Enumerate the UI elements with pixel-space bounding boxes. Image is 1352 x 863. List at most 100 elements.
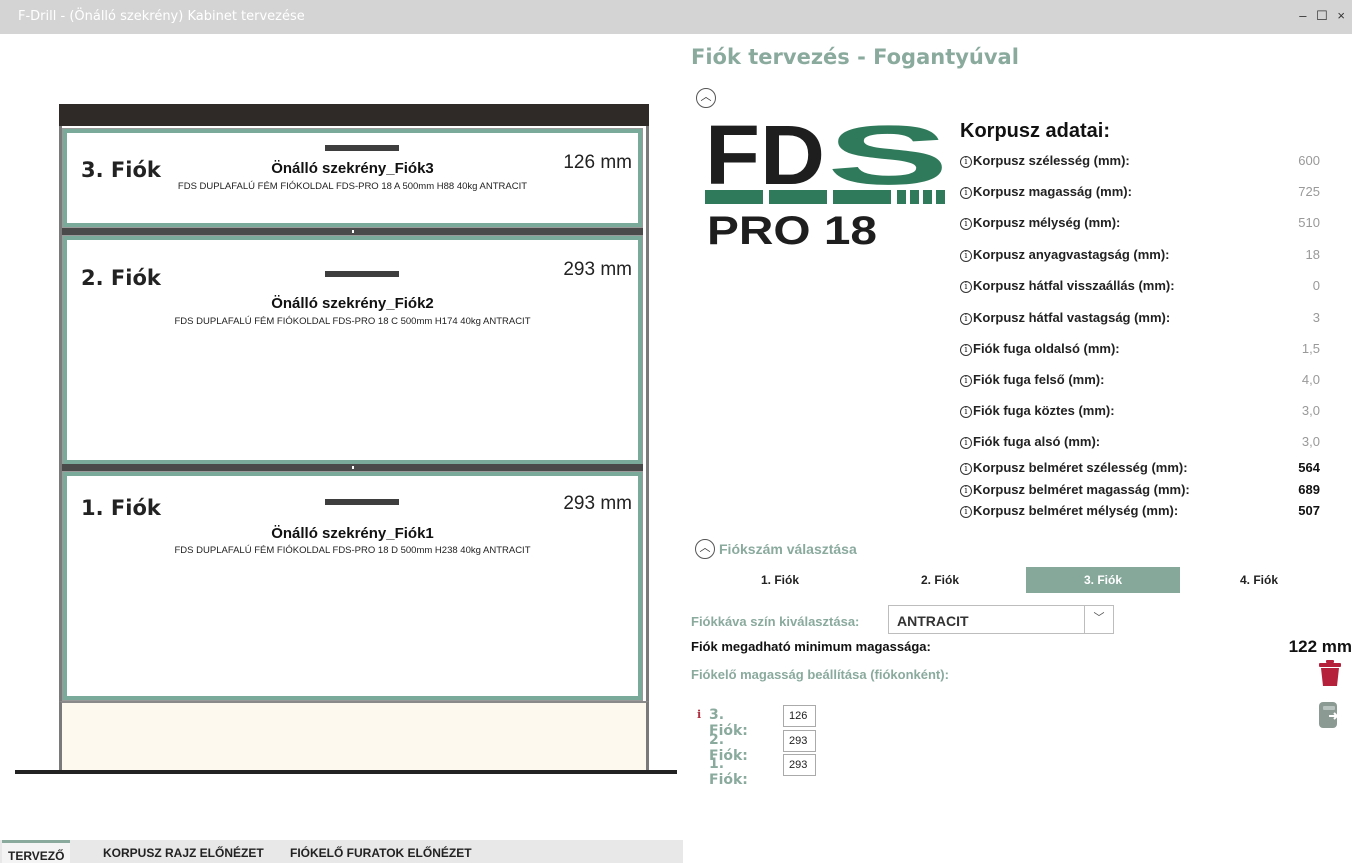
drawer-divider	[62, 464, 643, 472]
info-icon[interactable]: i	[960, 156, 972, 168]
row-value: 600	[1298, 153, 1320, 168]
drawer-name: 2. Fiók	[81, 266, 161, 290]
info-icon[interactable]: i	[960, 218, 972, 230]
height-input-2[interactable]: 293	[783, 730, 816, 752]
logo-s-letter: S	[827, 118, 949, 202]
window-title: F-Drill - (Önálló szekrény) Kabinet terv…	[18, 9, 305, 24]
row-value: 3	[1312, 310, 1320, 325]
export-icon[interactable]	[1317, 702, 1341, 728]
window-controls[interactable]: – ☐ ×	[1299, 8, 1348, 24]
chevron-up-icon: ︿	[700, 91, 712, 103]
cabinet-right-side	[646, 126, 649, 770]
row-value: 725	[1298, 184, 1320, 199]
row-label: Korpusz belméret magasság (mm):	[973, 482, 1190, 497]
chevron-down-icon[interactable]: ﹀	[1084, 606, 1113, 633]
info-icon[interactable]: i	[960, 313, 972, 325]
row-value: 1,5	[1301, 341, 1320, 356]
korpusz-row: i Fiók fuga felső (mm): 4,0	[960, 372, 1320, 392]
row-label: Korpusz hátfal vastagság (mm):	[973, 310, 1171, 325]
collapse-korpusz-button[interactable]: ︿	[696, 88, 716, 108]
drawer-handle	[325, 499, 399, 505]
korpusz-row: i Korpusz hátfal visszaállás (mm): 0	[960, 278, 1320, 298]
tab-3-fiok[interactable]: 3. Fiók	[1026, 567, 1180, 593]
logo-fd-letters: FD	[705, 118, 825, 202]
drawer-title: Önálló szekrény_Fiók3	[271, 160, 434, 177]
collapse-fiokszam-button[interactable]: ︿	[695, 539, 715, 559]
row-value: 4,0	[1301, 372, 1320, 387]
row-label: Fiók fuga köztes (mm):	[973, 403, 1115, 418]
row-label: Korpusz belméret szélesség (mm):	[973, 460, 1188, 475]
drawer-name: 1. Fiók	[81, 496, 161, 520]
drawer-title: Önálló szekrény_Fiók2	[271, 295, 434, 312]
fds-pro18-logo: FD S PRO 18	[705, 118, 949, 248]
korpusz-title: Korpusz adatai:	[960, 120, 1111, 142]
min-height-value: 122 mm	[1288, 637, 1352, 656]
row-label: Korpusz szélesség (mm):	[973, 153, 1130, 168]
panel-title: Fiók tervezés - Fogantyúval	[691, 45, 1019, 69]
chevron-up-icon: ︿	[699, 542, 711, 554]
color-select-value: ANTRACIT	[897, 613, 969, 629]
drawer-title: Önálló szekrény_Fiók1	[271, 525, 434, 542]
tab-1-fiok[interactable]: 1. Fiók	[703, 567, 857, 593]
floor-line	[15, 770, 677, 774]
cabinet-bottom-space	[59, 701, 649, 771]
info-icon[interactable]: i	[960, 506, 972, 518]
tab-korpusz-rajz[interactable]: KORPUSZ RAJZ ELŐNÉZET	[103, 846, 264, 860]
settings-panel: Fiók tervezés - Fogantyúval ︿ FD S PRO 1…	[683, 34, 1352, 863]
height-input-3[interactable]: 126	[783, 705, 816, 727]
korpusz-row: i Korpusz szélesség (mm): 600	[960, 153, 1320, 173]
info-icon[interactable]: i	[960, 485, 972, 497]
info-icon[interactable]: i	[960, 375, 972, 387]
color-select[interactable]: ANTRACIT ﹀	[888, 605, 1114, 634]
row-value: 507	[1298, 503, 1320, 518]
row-value: 689	[1298, 482, 1320, 497]
info-icon[interactable]: i	[960, 437, 972, 449]
height-settings-label: Fiókelő magasság beállítása (fiókonként)…	[691, 667, 949, 682]
fiokszam-title: Fiókszám választása	[719, 541, 857, 557]
info-icon[interactable]: i	[697, 708, 701, 721]
height-input-1[interactable]: 293	[783, 754, 816, 776]
info-icon[interactable]: i	[960, 281, 972, 293]
info-icon[interactable]: i	[960, 344, 972, 356]
drawer-1-front[interactable]: 1. Fiók 293 mm Önálló szekrény_Fiók1 FDS…	[62, 471, 643, 701]
row-label: Korpusz hátfal visszaállás (mm):	[973, 278, 1175, 293]
drawer-height: 293 mm	[563, 259, 632, 280]
korpusz-row: i Fiók fuga oldalsó (mm): 1,5	[960, 341, 1320, 361]
row-value: 510	[1298, 215, 1320, 230]
row-label: Korpusz belméret mélység (mm):	[973, 503, 1179, 518]
row-label: Fiók fuga alsó (mm):	[973, 434, 1101, 449]
korpusz-row: i Korpusz belméret mélység (mm): 507	[960, 503, 1320, 523]
korpusz-row: i Korpusz hátfal vastagság (mm): 3	[960, 310, 1320, 330]
row-value: 3,0	[1301, 403, 1320, 418]
title-bar: F-Drill - (Önálló szekrény) Kabinet terv…	[0, 0, 1352, 34]
info-icon[interactable]: i	[960, 187, 972, 199]
korpusz-row: i Korpusz belméret szélesség (mm): 564	[960, 460, 1320, 480]
row-value: 3,0	[1301, 434, 1320, 449]
drawer-3-front[interactable]: 3. Fiók 126 mm Önálló szekrény_Fiók3 FDS…	[62, 128, 643, 228]
cabinet-top-panel	[59, 104, 649, 126]
tab-tervezo[interactable]: TERVEZŐ	[2, 840, 71, 863]
drawer-height: 293 mm	[563, 493, 632, 514]
logo-pro18-text: PRO 18	[707, 209, 877, 248]
korpusz-row: i Korpusz belméret magasság (mm): 689	[960, 482, 1320, 502]
info-icon[interactable]: i	[960, 406, 972, 418]
row-label: Fiók fuga oldalsó (mm):	[973, 341, 1120, 356]
drawer-2-front[interactable]: 2. Fiók 293 mm Önálló szekrény_Fiók2 FDS…	[62, 235, 643, 465]
korpusz-row: i Korpusz anyagvastagság (mm): 18	[960, 247, 1320, 267]
tab-4-fiok[interactable]: 4. Fiók	[1182, 567, 1336, 593]
drawer-handle	[325, 271, 399, 277]
min-height-label: Fiók megadható minimum magassága:	[691, 639, 931, 654]
cabinet-preview-pane: 3. Fiók 126 mm Önálló szekrény_Fiók3 FDS…	[0, 34, 683, 863]
korpusz-row: i Fiók fuga alsó (mm): 3,0	[960, 434, 1320, 454]
row-value: 0	[1312, 278, 1320, 293]
cabinet-left-side	[59, 126, 62, 770]
drawer-handle	[325, 145, 399, 151]
row-label: Korpusz magasság (mm):	[973, 184, 1132, 199]
info-icon[interactable]: i	[960, 250, 972, 262]
bottom-tab-bar: TERVEZŐ KORPUSZ RAJZ ELŐNÉZET FIÓKELŐ FU…	[0, 840, 683, 863]
info-icon[interactable]: i	[960, 463, 972, 475]
trash-icon[interactable]	[1319, 660, 1341, 686]
row-value: 18	[1305, 247, 1320, 262]
tab-2-fiok[interactable]: 2. Fiók	[863, 567, 1017, 593]
tab-fiokelo-furatok[interactable]: FIÓKELŐ FURATOK ELŐNÉZET	[290, 846, 472, 860]
